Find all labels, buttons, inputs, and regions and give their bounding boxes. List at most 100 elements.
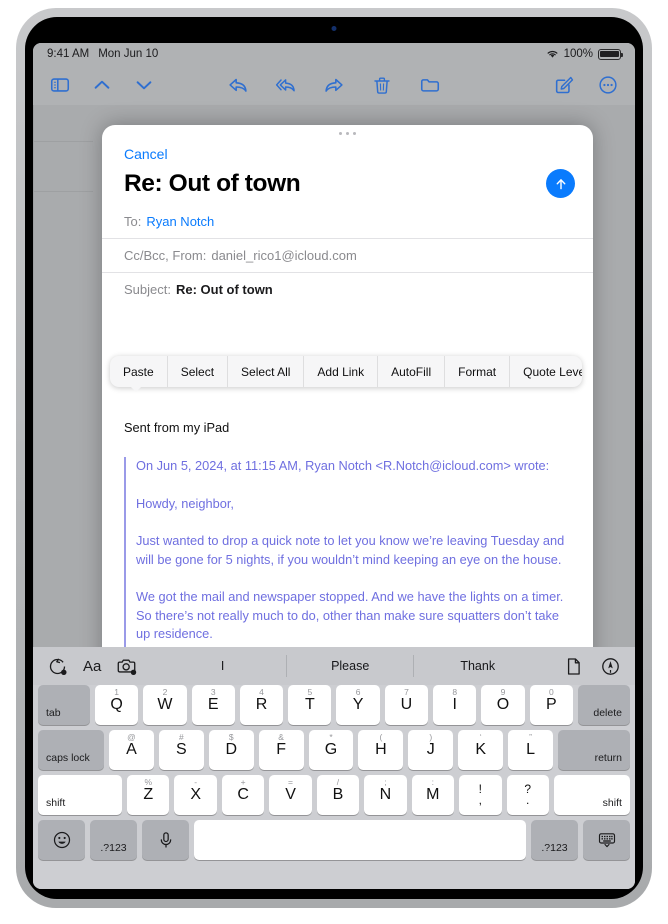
undo-icon[interactable]: [47, 656, 68, 677]
key-f[interactable]: & F: [258, 730, 304, 770]
subject-field-row[interactable]: Subject: Re: Out of town: [102, 272, 593, 306]
key-p[interactable]: 0P: [529, 685, 573, 725]
key-t[interactable]: 5T: [288, 685, 332, 725]
sheet-grabber-handle[interactable]: [102, 125, 593, 142]
key-label: M: [426, 786, 440, 803]
subject-field-value[interactable]: Re: Out of town: [176, 282, 273, 297]
key-g[interactable]: * G: [308, 730, 354, 770]
to-field-row[interactable]: To: Ryan Notch: [102, 212, 593, 238]
context-menu-item-select-all[interactable]: Select All: [228, 356, 305, 387]
keyboard-row-1: tab 1Q 2W 3E 4R 5T 6Y 7U 8I 9O 0P delete: [33, 685, 635, 725]
trash-icon[interactable]: [371, 74, 393, 96]
document-icon[interactable]: [563, 656, 584, 677]
reply-all-icon[interactable]: [275, 74, 297, 96]
key-label: L: [526, 741, 536, 758]
key-hide-keyboard[interactable]: [583, 820, 630, 860]
front-camera-dot: [331, 26, 337, 31]
key-b[interactable]: / B: [316, 775, 360, 815]
battery-percent: 100%: [563, 48, 593, 60]
sidebar-toggle-icon[interactable]: [49, 74, 71, 96]
key-period-question[interactable]: ?.: [506, 775, 549, 815]
context-menu-item-paste[interactable]: Paste: [110, 356, 168, 387]
key-sub-label: @: [127, 732, 136, 742]
key-sub-label: ;: [384, 777, 387, 787]
to-field-value[interactable]: Ryan Notch: [146, 214, 214, 229]
key-sub-label: 0: [548, 687, 554, 697]
key-numeric-left[interactable]: .?123: [90, 820, 137, 860]
compose-icon[interactable]: [553, 74, 575, 96]
key-label: J: [426, 741, 435, 758]
page-title: Re: Out of town: [124, 169, 301, 197]
key-o[interactable]: 9O: [481, 685, 525, 725]
prediction-item[interactable]: Thank: [414, 655, 541, 677]
ccbcc-field-row[interactable]: Cc/Bcc, From: daniel_rico1@icloud.com: [102, 238, 593, 272]
key-shift-left[interactable]: shift: [38, 775, 122, 815]
chevron-up-icon[interactable]: [91, 74, 113, 96]
predictive-text-bar: Aa I Please Thank: [33, 647, 635, 685]
key-return[interactable]: return: [558, 730, 631, 770]
key-l[interactable]: ” L: [508, 730, 554, 770]
key-h[interactable]: (H: [358, 730, 404, 770]
key-z[interactable]: % Z: [127, 775, 170, 815]
key-label: G: [324, 741, 338, 758]
key-sub-label: 7: [404, 687, 409, 697]
send-button[interactable]: [546, 169, 575, 198]
key-u[interactable]: 7U: [384, 685, 429, 725]
context-menu-item-autofill[interactable]: AutoFill: [378, 356, 446, 387]
key-x[interactable]: -X: [174, 775, 217, 815]
prediction-item[interactable]: I: [159, 655, 287, 677]
chevron-down-icon[interactable]: [133, 74, 155, 96]
reply-icon[interactable]: [227, 74, 249, 96]
context-menu-item-format[interactable]: Format: [445, 356, 511, 387]
key-sub-label: #: [178, 732, 184, 742]
key-w[interactable]: 2W: [143, 685, 187, 725]
folder-icon[interactable]: [419, 74, 441, 96]
key-lower-label: .: [526, 793, 530, 807]
key-dictation[interactable]: [142, 820, 189, 860]
keyboard-dismiss-icon: [598, 833, 615, 848]
quoted-line: On Jun 5, 2024, at 11:15 AM, Ryan Notch …: [136, 458, 550, 473]
key-emoji[interactable]: [38, 820, 85, 860]
context-menu-item-quote-level[interactable]: Quote Level: [510, 356, 582, 387]
key-sub-label: /: [336, 777, 340, 787]
key-tab[interactable]: tab: [38, 685, 90, 725]
key-a[interactable]: @ A: [109, 730, 154, 770]
key-v[interactable]: = V: [269, 775, 312, 815]
markup-pen-icon[interactable]: [600, 656, 621, 677]
key-n[interactable]: ; N: [364, 775, 407, 815]
key-label: K: [475, 741, 487, 758]
key-m[interactable]: :M: [411, 775, 455, 815]
key-i[interactable]: 8I: [433, 685, 477, 725]
key-numeric-right[interactable]: .?123: [531, 820, 578, 860]
key-q[interactable]: 1Q: [95, 685, 139, 725]
more-circle-icon[interactable]: [597, 74, 619, 96]
prediction-item[interactable]: Please: [287, 655, 415, 677]
camera-icon[interactable]: [116, 656, 137, 677]
key-e[interactable]: 3E: [191, 685, 235, 725]
key-c[interactable]: + C: [221, 775, 265, 815]
text-format-aa-icon[interactable]: Aa: [83, 658, 101, 675]
keyboard-row-3: shift % Z -X + C = V / B ; N :M !, ?. shift: [33, 775, 635, 815]
key-label: R: [255, 696, 268, 713]
key-k[interactable]: ‘K: [458, 730, 504, 770]
key-delete[interactable]: delete: [577, 685, 630, 725]
cancel-button[interactable]: Cancel: [102, 142, 593, 164]
key-label: D: [225, 741, 237, 758]
from-field-value[interactable]: daniel_rico1@icloud.com: [211, 248, 356, 263]
send-arrow-up-icon: [556, 178, 565, 189]
key-label: F: [276, 741, 286, 758]
key-label: B: [332, 786, 344, 803]
key-caps-lock[interactable]: caps lock: [38, 730, 104, 770]
context-menu-item-select[interactable]: Select: [168, 356, 229, 387]
key-j[interactable]: ) J: [408, 730, 454, 770]
context-menu-item-add-link[interactable]: Add Link: [304, 356, 379, 387]
key-r[interactable]: 4R: [239, 685, 284, 725]
key-d[interactable]: $ D: [208, 730, 254, 770]
key-s[interactable]: # S: [158, 730, 204, 770]
key-label: H: [375, 741, 387, 758]
key-comma-exclamation[interactable]: !,: [459, 775, 502, 815]
forward-icon[interactable]: [323, 74, 345, 96]
key-shift-right[interactable]: shift: [553, 775, 630, 815]
key-y[interactable]: 6Y: [336, 685, 380, 725]
key-space[interactable]: [194, 820, 526, 860]
